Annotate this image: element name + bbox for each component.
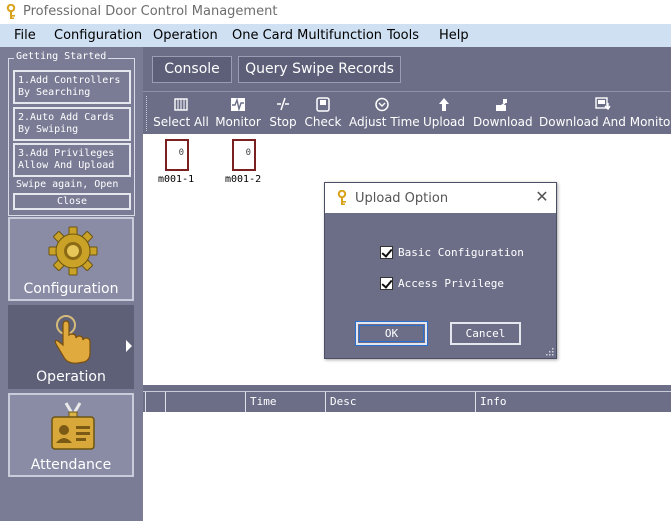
tab-query-swipe-records[interactable]: Query Swipe Records: [238, 56, 401, 83]
tab-area: Console Query Swipe Records: [143, 47, 671, 91]
menu-bar: File Configuration Operation One Card Mu…: [0, 24, 671, 47]
check-button[interactable]: Check: [303, 94, 343, 133]
title-bar: Professional Door Control Management: [0, 0, 671, 24]
door-label: m001-2: [225, 174, 262, 185]
id-badge-icon: [51, 402, 95, 450]
nav-label: Attendance: [30, 457, 112, 473]
step-line: 2.Auto Add Cards: [18, 112, 115, 123]
upload-arrow-icon: [439, 98, 449, 111]
window-title: Professional Door Control Management: [23, 4, 278, 19]
clock-icon: [375, 97, 389, 112]
ok-button[interactable]: OK: [356, 322, 427, 345]
check-icon: [316, 97, 330, 112]
nav-attendance[interactable]: Attendance: [8, 393, 134, 477]
upload-button[interactable]: Upload: [422, 94, 466, 133]
log-table-body[interactable]: [143, 412, 671, 521]
tool-label: Upload: [422, 115, 466, 129]
tool-label: Monitor: [215, 115, 261, 129]
tab-console[interactable]: Console: [152, 56, 232, 83]
active-nav-arrow: [126, 340, 132, 352]
resize-grip-icon[interactable]: [546, 348, 554, 356]
menu-file[interactable]: File: [14, 28, 36, 43]
key-icon: [6, 4, 16, 19]
select-all-button[interactable]: Select All: [153, 94, 209, 133]
step-add-controllers-button[interactable]: 1.Add Controllers By Searching: [13, 70, 131, 104]
door-label: m001-1: [158, 174, 195, 185]
nav-operation[interactable]: Operation: [8, 305, 134, 389]
tool-label: Stop: [269, 115, 297, 129]
gear-icon: [48, 226, 98, 276]
door-icon[interactable]: 0: [165, 139, 189, 171]
menu-one-card-multifunction[interactable]: One Card Multifunction: [232, 28, 382, 43]
tool-label: Select All: [153, 115, 209, 129]
log-column-time[interactable]: Time: [245, 392, 325, 412]
adjust-time-button[interactable]: Adjust Time: [349, 94, 420, 133]
key-icon: [337, 190, 347, 205]
log-column-info[interactable]: Info: [475, 392, 671, 412]
log-column-desc[interactable]: Desc: [325, 392, 475, 412]
step-auto-add-cards-button[interactable]: 2.Auto Add Cards By Swiping: [13, 107, 131, 141]
step-add-privileges-button[interactable]: 3.Add Privileges Allow And Upload: [13, 143, 131, 177]
hand-pointer-icon: [54, 315, 91, 364]
step-line: 3.Add Privileges: [18, 148, 115, 159]
menu-operation[interactable]: Operation: [153, 28, 218, 43]
cancel-button[interactable]: Cancel: [450, 322, 521, 345]
basic-configuration-checkbox[interactable]: [380, 246, 393, 259]
nav-configuration[interactable]: Configuration: [8, 217, 134, 301]
door-number: 0: [245, 148, 251, 158]
download-and-monitor-button[interactable]: Download And Monitor: [539, 94, 671, 133]
log-column-header[interactable]: [145, 392, 165, 412]
step-line: 1.Add Controllers: [18, 75, 121, 86]
select-all-icon: [174, 98, 188, 111]
log-table-header: Time Desc Info: [143, 391, 671, 412]
toolbar: Select All Monitor Stop Check Adjust Tim…: [143, 91, 671, 134]
close-getting-started-button[interactable]: Close: [13, 193, 131, 210]
step-line: By Searching: [18, 87, 91, 98]
dialog-title-bar[interactable]: Upload Option ✕: [325, 183, 556, 213]
swipe-again-text: Swipe again, Open: [16, 179, 119, 190]
monitor-button[interactable]: Monitor: [214, 94, 262, 133]
download-icon: [496, 99, 507, 111]
checkbox-label: Access Privilege: [398, 277, 504, 290]
monitor-icon: [231, 97, 245, 112]
log-column-header[interactable]: [165, 392, 245, 412]
close-icon[interactable]: ✕: [535, 189, 549, 205]
menu-configuration[interactable]: Configuration: [54, 28, 142, 43]
tool-label: Download And Monitor: [539, 115, 671, 129]
menu-help[interactable]: Help: [439, 28, 469, 43]
nav-label: Configuration: [23, 281, 119, 297]
checkbox-label: Basic Configuration: [398, 246, 524, 259]
upload-option-dialog: Upload Option ✕ Basic Configuration Acce…: [324, 182, 557, 359]
step-line: By Swiping: [18, 124, 79, 135]
tool-label: Adjust Time: [349, 115, 420, 129]
nav-label: Operation: [36, 369, 106, 385]
tool-label: Download: [473, 115, 533, 129]
access-privilege-checkbox[interactable]: [380, 277, 393, 290]
toolbar-grip[interactable]: [146, 96, 149, 131]
door-icon[interactable]: 0: [232, 139, 256, 171]
door-number: 0: [178, 148, 184, 158]
download-monitor-icon: [595, 97, 611, 111]
getting-started-legend: Getting Started: [14, 51, 109, 62]
stop-icon: [277, 97, 289, 111]
tool-label: Check: [304, 115, 342, 129]
download-button[interactable]: Download: [473, 94, 533, 133]
stop-button[interactable]: Stop: [267, 94, 299, 133]
step-line: Allow And Upload: [18, 160, 115, 171]
menu-tools[interactable]: Tools: [387, 28, 419, 43]
dialog-title: Upload Option: [355, 191, 449, 206]
